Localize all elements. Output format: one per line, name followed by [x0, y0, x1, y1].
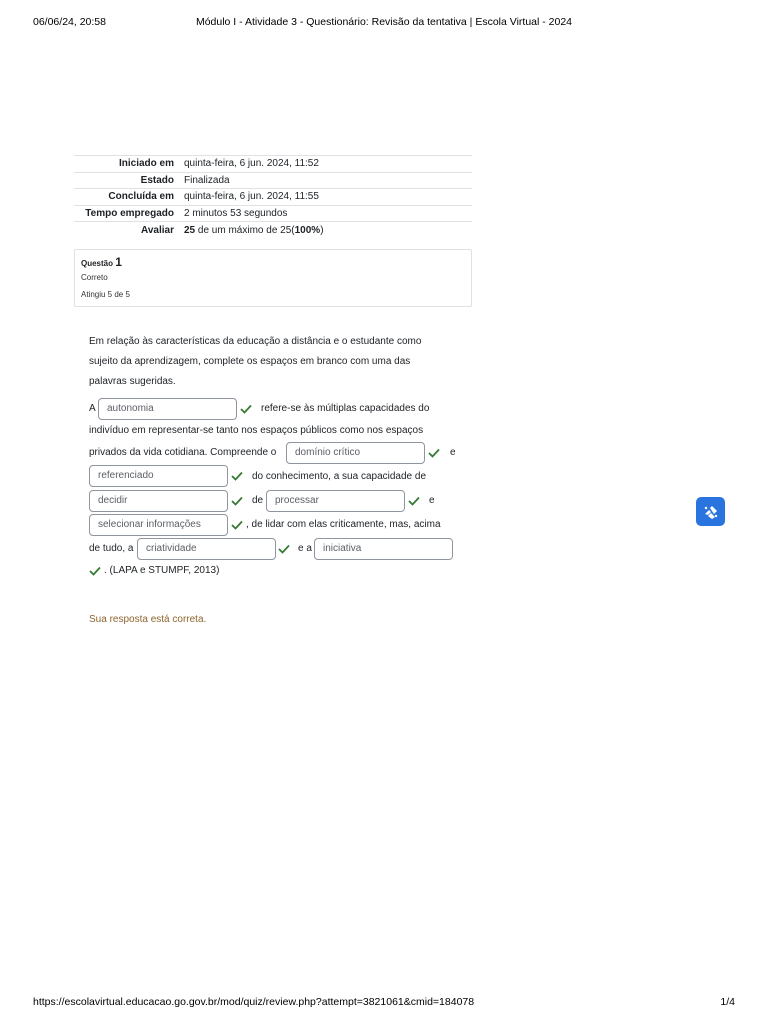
feedback-correct: Sua resposta está correta. — [89, 614, 207, 625]
summary-label: Tempo empregado — [74, 204, 179, 222]
blank-selecionar-informacoes[interactable]: selecionar informações — [89, 514, 228, 536]
print-url: https://escolavirtual.educacao.go.gov.br… — [33, 996, 475, 1008]
question-text: e — [450, 447, 456, 458]
question-text: A — [89, 403, 96, 414]
question-intro-line: Em relação às características da educaçã… — [89, 336, 422, 347]
blank-decidir[interactable]: decidir — [89, 490, 228, 512]
correct-check-icon — [89, 566, 101, 576]
blank-autonomia[interactable]: autonomia — [98, 398, 237, 420]
print-header: 06/06/24, 20:58 Módulo I - Atividade 3 -… — [33, 16, 735, 30]
question-text: . (LAPA e STUMPF, 2013) — [104, 565, 220, 576]
correct-check-icon — [428, 448, 440, 458]
question-intro-line: palavras sugeridas. — [89, 376, 176, 387]
summary-row-started: Iniciado em quinta-feira, 6 jun. 2024, 1… — [74, 155, 472, 172]
summary-value: 2 minutos 53 segundos — [179, 204, 472, 222]
question-text: indivíduo em representar-se tanto nos es… — [89, 425, 424, 436]
correct-check-icon — [231, 520, 243, 530]
grade-close: ) — [320, 224, 324, 236]
accessibility-button[interactable] — [696, 497, 725, 526]
summary-value: Finalizada — [179, 171, 472, 189]
question-state: Correto — [81, 273, 108, 282]
print-page-title: Módulo I - Atividade 3 - Questionário: R… — [195, 16, 573, 28]
print-footer: https://escolavirtual.educacao.go.gov.br… — [33, 996, 735, 1010]
sign-language-hands-icon — [704, 505, 717, 519]
question-text: refere-se às múltiplas capacidades do — [261, 403, 430, 414]
question-text: e a — [298, 543, 312, 554]
summary-label: Estado — [74, 171, 179, 189]
question-text: e — [429, 495, 435, 506]
summary-label: Avaliar — [74, 221, 179, 238]
blank-dominio-critico[interactable]: domínio crítico — [286, 442, 425, 464]
summary-value: quinta-feira, 6 jun. 2024, 11:55 — [179, 188, 472, 205]
summary-row-grade: Avaliar 25 de um máximo de 25(100%) — [74, 221, 472, 238]
summary-label: Iniciado em — [74, 155, 179, 172]
question-grade: Atingiu 5 de 5 — [81, 290, 130, 299]
grade-max-text: de um máximo de 25( — [195, 224, 295, 236]
grade-percent: 100% — [294, 224, 321, 236]
blank-processar[interactable]: processar — [266, 490, 405, 512]
grade-score: 25 — [184, 224, 196, 236]
question-text: , de lidar com elas criticamente, mas, a… — [246, 519, 441, 530]
question-text: do conhecimento, a sua capacidade de — [252, 471, 427, 482]
question-text: de — [252, 495, 264, 506]
question-number: Questão 1 — [81, 255, 122, 269]
question-number-value: 1 — [115, 255, 122, 269]
correct-check-icon — [408, 496, 420, 506]
question-info-box: Questão 1 Correto Atingiu 5 de 5 — [74, 249, 472, 307]
correct-check-icon — [240, 404, 252, 414]
blank-referenciado[interactable]: referenciado — [89, 465, 228, 487]
blank-criatividade[interactable]: criatividade — [137, 538, 276, 560]
question-text: privados da vida cotidiana. Compreende o — [89, 447, 277, 458]
question-text: de tudo, a — [89, 543, 134, 554]
correct-check-icon — [231, 496, 243, 506]
summary-row-state: Estado Finalizada — [74, 171, 472, 189]
correct-check-icon — [278, 544, 290, 554]
summary-row-time-taken: Tempo empregado 2 minutos 53 segundos — [74, 204, 472, 222]
correct-check-icon — [231, 471, 243, 481]
question-intro-line: sujeito da aprendizagem, complete os esp… — [89, 356, 411, 367]
attempt-summary-table: Iniciado em quinta-feira, 6 jun. 2024, 1… — [74, 155, 472, 238]
summary-value: 25 de um máximo de 25(100%) — [179, 221, 472, 238]
print-page-number: 1/4 — [720, 996, 735, 1008]
summary-label: Concluída em — [74, 188, 179, 205]
summary-row-completed: Concluída em quinta-feira, 6 jun. 2024, … — [74, 188, 472, 205]
blank-iniciativa[interactable]: iniciativa — [314, 538, 453, 560]
summary-value: quinta-feira, 6 jun. 2024, 11:52 — [179, 155, 472, 172]
question-label: Questão — [81, 259, 114, 268]
